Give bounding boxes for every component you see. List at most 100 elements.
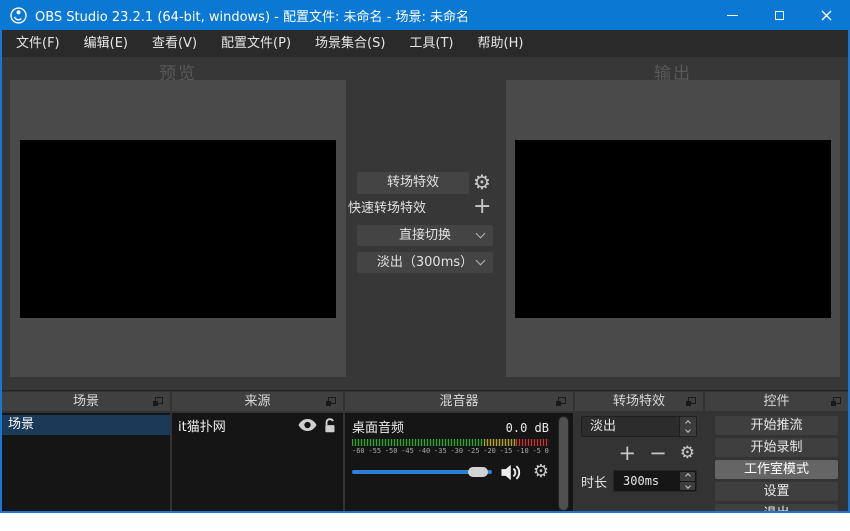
dock-float-icon[interactable] [831, 397, 841, 406]
studio-mode-button[interactable]: 工作室模式 [715, 460, 838, 479]
preview-canvas[interactable] [20, 140, 336, 318]
dock-float-icon[interactable] [556, 397, 566, 406]
visibility-eye-icon[interactable] [298, 419, 317, 431]
transitions-dock-title: 转场特效 [612, 394, 665, 409]
duration-spinbox[interactable]: 300ms [613, 470, 697, 492]
start-recording-button[interactable]: 开始录制 [715, 438, 838, 457]
scenes-dock-header[interactable]: 场景 [2, 392, 170, 411]
unlock-icon[interactable] [324, 417, 337, 433]
sources-list[interactable]: it猫扑网 [172, 413, 343, 511]
titlebar[interactable]: OBS Studio 23.2.1 (64-bit, windows) - 配置… [0, 0, 850, 30]
scale-tick: -45 [401, 447, 414, 455]
controls-dock: 控件 开始推流 开始录制 工作室模式 设置 退出 [705, 392, 848, 511]
dock-float-icon[interactable] [153, 397, 163, 406]
mixer-dock-title: 混音器 [439, 394, 479, 409]
scale-tick: -10 [516, 447, 529, 455]
mixer-scrollbar[interactable] [558, 416, 569, 511]
transitions-button[interactable]: 转场特效 [357, 172, 469, 194]
scale-tick: -20 [483, 447, 496, 455]
scale-tick: 0 [544, 447, 549, 455]
mixer-gear-icon[interactable]: ⚙ [533, 461, 549, 483]
transition-actions: + − ⚙ [581, 443, 697, 464]
studio-mode-area: 预览 输出 转场特效 ⚙ 快速转场特效 + 直接切换 淡出（300ms） [2, 57, 848, 390]
source-name: it猫扑网 [178, 419, 226, 435]
menu-profile[interactable]: 配置文件(P) [209, 30, 303, 57]
scale-tick: -60 [352, 447, 365, 455]
mixer-dock-header[interactable]: 混音器 [345, 392, 573, 411]
transition-select-value: 淡出 [590, 419, 617, 434]
mixer-channel-name: 桌面音频 [352, 421, 405, 436]
scenes-list[interactable]: 场景 [2, 413, 170, 511]
remove-transition-icon[interactable]: − [649, 443, 667, 464]
minimize-button[interactable] [709, 0, 756, 30]
program-canvas [515, 140, 831, 318]
settings-button[interactable]: 设置 [715, 482, 838, 501]
sources-dock-header[interactable]: 来源 [172, 392, 343, 411]
scale-tick: -15 [499, 447, 513, 455]
transition-mode-value: 直接切换 [398, 228, 451, 243]
slider-handle[interactable] [467, 467, 488, 477]
mixer-controls-row: ⚙ [352, 461, 549, 483]
transition-gear-icon[interactable]: ⚙ [680, 443, 695, 463]
meter-scale: -60 -55 -50 -45 -40 -35 -30 -25 -20 -15 … [352, 447, 549, 455]
controls-dock-header[interactable]: 控件 [705, 392, 848, 411]
controls-dock-title: 控件 [763, 394, 790, 409]
menu-edit[interactable]: 编辑(E) [72, 30, 140, 57]
duration-spin-buttons [680, 472, 695, 490]
scene-row-selected[interactable]: 场景 [2, 415, 170, 435]
duration-decrease-button[interactable] [680, 481, 695, 490]
transition-select-spinner[interactable] [679, 417, 696, 436]
mixer-panel: 桌面音频 0.0 dB -60 -55 -50 -45 -40 -35 -30 … [345, 413, 573, 511]
dock-float-icon[interactable] [686, 397, 696, 406]
scrollbar-handle[interactable] [559, 417, 568, 510]
scenes-dock-title: 场景 [72, 394, 99, 409]
obs-window: OBS Studio 23.2.1 (64-bit, windows) - 配置… [0, 0, 850, 513]
mixer-volume-db: 0.0 dB [505, 421, 549, 435]
chevron-down-icon [684, 482, 691, 489]
maximize-button[interactable] [756, 0, 803, 30]
scale-tick: -40 [417, 447, 431, 455]
duration-label: 时长 [581, 475, 608, 491]
maximize-icon [775, 10, 784, 20]
scale-tick: -30 [450, 447, 464, 455]
menu-file[interactable]: 文件(F) [4, 30, 72, 57]
scale-tick: -55 [368, 447, 382, 455]
menu-tools[interactable]: 工具(T) [397, 30, 465, 57]
duration-value: 300ms [623, 474, 660, 488]
mixer-dock: 混音器 桌面音频 0.0 dB -60 -55 -50 -45 -40 -35 … [345, 392, 573, 511]
start-streaming-button[interactable]: 开始推流 [715, 416, 838, 435]
menu-view[interactable]: 查看(V) [140, 30, 209, 57]
controls-panel: 开始推流 开始录制 工作室模式 设置 退出 [705, 413, 848, 511]
add-transition-icon[interactable]: + [619, 443, 637, 464]
transitions-dock: 转场特效 淡出 + − ⚙ 时长 300ms [575, 392, 703, 511]
transition-properties-gear-icon[interactable]: ⚙ [473, 171, 491, 193]
source-row[interactable]: it猫扑网 [172, 415, 343, 435]
sources-dock-title: 来源 [244, 394, 271, 409]
speaker-icon[interactable] [501, 464, 524, 481]
dock-float-icon[interactable] [326, 397, 336, 406]
menu-scene-collection[interactable]: 场景集合(S) [303, 30, 397, 57]
docks-row: 场景 场景 来源 it猫扑网 混音器 桌面音频 0.0 dB -60 -55 -… [2, 390, 848, 511]
scenes-dock: 场景 场景 [2, 392, 170, 511]
quick-transition-select[interactable]: 淡出（300ms） [357, 252, 493, 273]
transition-select[interactable]: 淡出 [581, 416, 697, 437]
scale-tick: -35 [434, 447, 447, 455]
quick-transition-value: 淡出（300ms） [376, 255, 474, 270]
close-button[interactable] [803, 0, 850, 30]
add-quick-transition-icon[interactable]: + [473, 196, 491, 218]
quick-transitions-label: 快速转场特效 [348, 201, 427, 216]
exit-button[interactable]: 退出 [715, 504, 838, 511]
duration-increase-button[interactable] [680, 472, 695, 481]
menu-help[interactable]: 帮助(H) [466, 30, 536, 57]
preview-pane [10, 80, 346, 377]
scale-tick: -5 [532, 447, 541, 455]
chevron-down-icon [475, 228, 486, 239]
scale-tick: -25 [466, 447, 480, 455]
menubar: 文件(F) 编辑(E) 查看(V) 配置文件(P) 场景集合(S) 工具(T) … [2, 30, 848, 57]
chevron-down-icon [475, 255, 486, 266]
transition-mode-select[interactable]: 直接切换 [357, 225, 493, 246]
transitions-dock-header[interactable]: 转场特效 [575, 392, 703, 411]
volume-slider[interactable] [352, 466, 492, 478]
meter-yellow-segment [483, 439, 517, 446]
minimize-icon [727, 14, 738, 16]
